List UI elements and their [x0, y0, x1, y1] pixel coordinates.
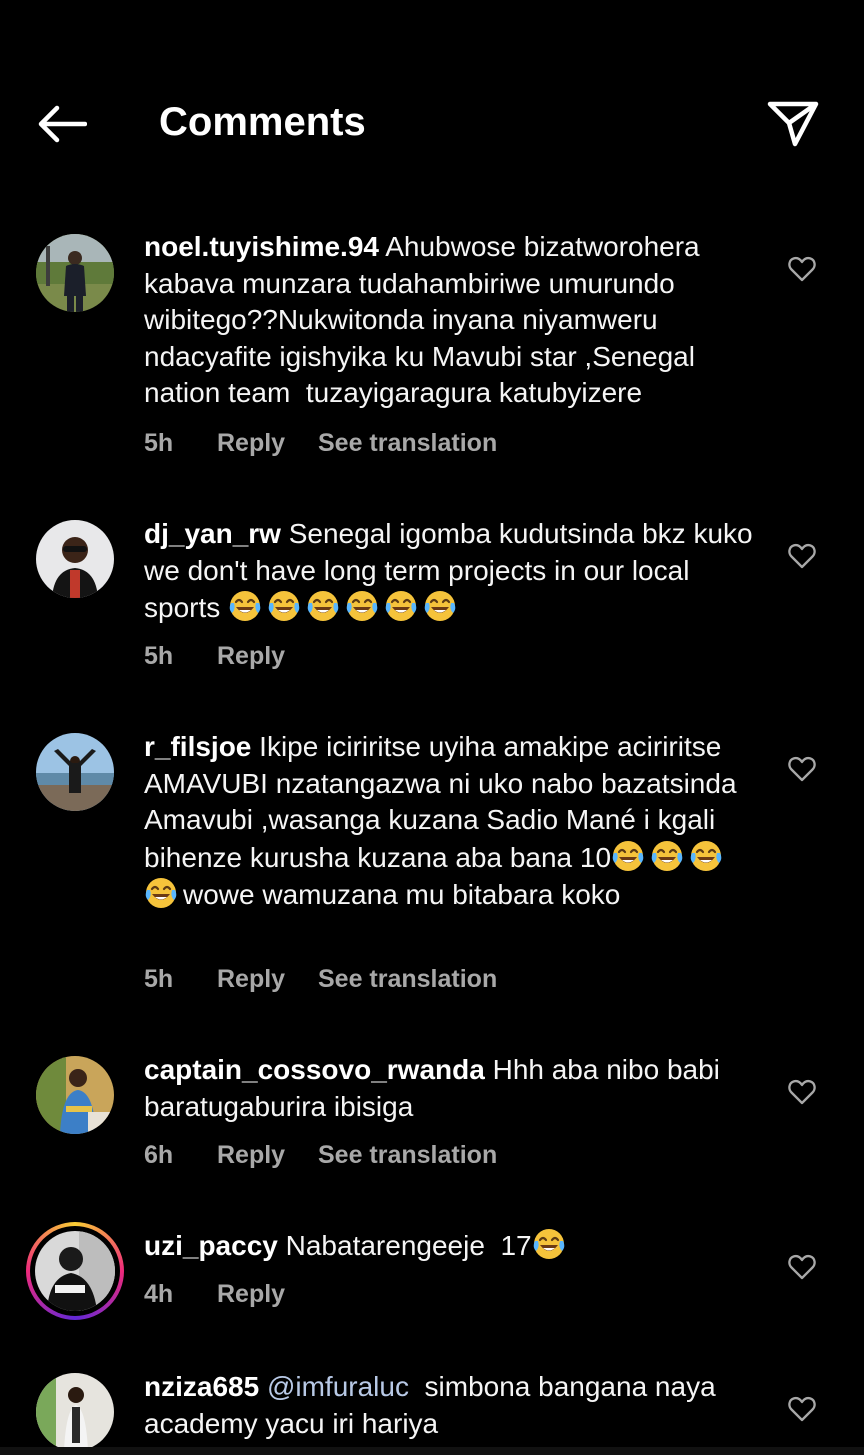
comment-body-continued: wowe wamuzana mu bitabara koko	[183, 879, 621, 911]
emoji-group	[228, 591, 462, 623]
bottom-divider	[0, 1447, 864, 1455]
like-button[interactable]	[786, 1252, 818, 1282]
see-translation-button[interactable]: See translation	[318, 965, 497, 994]
avatar-photo	[35, 1231, 115, 1311]
reply-button[interactable]: Reply	[217, 429, 318, 458]
avatar-photo	[36, 1056, 114, 1134]
comment-text: dj_yan_rw Senegal igomba kudutsinda bkz …	[144, 516, 764, 627]
comment-time: 5h	[144, 642, 174, 670]
face-with-tears-of-joy-icon	[533, 1229, 564, 1259]
comment-username[interactable]: noel.tuyishime.94	[144, 231, 379, 262]
avatar[interactable]	[36, 1373, 114, 1451]
avatar-photo	[36, 234, 114, 312]
like-button[interactable]	[786, 541, 818, 571]
comment-text: uzi_paccy Nabatarengeeje 17	[144, 1227, 764, 1265]
face-with-tears-of-joy-icon	[268, 591, 300, 622]
avatar[interactable]	[36, 1056, 114, 1134]
comment-text: captain_cossovo_rwanda Hhh aba nibo babi…	[144, 1052, 764, 1125]
like-button[interactable]	[786, 1077, 818, 1107]
comment-username[interactable]: nziza685	[144, 1371, 259, 1402]
face-with-tears-of-joy-icon	[229, 591, 261, 622]
comment-text: noel.tuyishime.94 Ahubwose bizatworohera…	[144, 229, 764, 412]
heart-outline-icon	[788, 756, 816, 782]
comment-body: Nabatarengeeje 17	[285, 1230, 532, 1261]
heart-outline-icon	[788, 1079, 816, 1105]
comment-meta: 4h Reply	[144, 1280, 318, 1309]
heart-outline-icon	[788, 256, 816, 282]
avatar[interactable]	[36, 520, 114, 598]
face-with-tears-of-joy-icon	[690, 840, 722, 871]
comment-text: r_filsjoe Ikipe iciriritse uyiha amakipe…	[144, 729, 764, 914]
reply-button[interactable]: Reply	[217, 965, 318, 994]
reply-button[interactable]: Reply	[217, 642, 318, 671]
emoji-group	[532, 1229, 571, 1261]
comments-header: Comments	[0, 0, 864, 200]
comment-meta: 5h Reply	[144, 642, 318, 671]
comment-time: 5h	[144, 965, 174, 993]
comment-mention[interactable]: @imfuraluc	[267, 1371, 409, 1402]
page-title: Comments	[159, 100, 366, 144]
face-with-tears-of-joy-icon	[651, 840, 683, 871]
share-button[interactable]	[762, 96, 824, 150]
like-button[interactable]	[786, 1394, 818, 1424]
comment-meta: 5h Reply See translation	[144, 429, 497, 458]
comment-time: 6h	[144, 1141, 174, 1169]
reply-button[interactable]: Reply	[217, 1280, 318, 1309]
like-button[interactable]	[786, 754, 818, 784]
face-with-tears-of-joy-icon	[385, 591, 417, 622]
comment-username[interactable]: dj_yan_rw	[144, 518, 281, 549]
reply-button[interactable]: Reply	[217, 1141, 318, 1170]
heart-outline-icon	[788, 1396, 816, 1422]
like-button[interactable]	[786, 254, 818, 284]
avatar-photo	[36, 1373, 114, 1451]
comment-meta: 5h Reply See translation	[144, 965, 497, 994]
face-with-tears-of-joy-icon	[307, 591, 339, 622]
story-avatar[interactable]	[26, 1222, 124, 1320]
heart-outline-icon	[788, 1254, 816, 1280]
comment-meta: 6h Reply See translation	[144, 1141, 497, 1170]
face-with-tears-of-joy-icon	[424, 591, 456, 622]
face-with-tears-of-joy-icon	[612, 840, 644, 871]
comment-time: 4h	[144, 1280, 174, 1308]
comment-time: 5h	[144, 429, 174, 457]
see-translation-button[interactable]: See translation	[318, 1141, 497, 1170]
back-button[interactable]	[30, 95, 92, 153]
face-with-tears-of-joy-icon	[346, 591, 378, 622]
paper-plane-icon	[767, 101, 819, 147]
see-translation-button[interactable]: See translation	[318, 429, 497, 458]
avatar-photo	[36, 733, 114, 811]
avatar-photo	[36, 520, 114, 598]
comment-username[interactable]: uzi_paccy	[144, 1230, 278, 1261]
face-with-tears-of-joy-icon	[145, 878, 177, 909]
heart-outline-icon	[788, 543, 816, 569]
comment-text: nziza685 @imfuraluc simbona bangana naya…	[144, 1369, 764, 1442]
avatar[interactable]	[36, 733, 114, 811]
comment-username[interactable]: r_filsjoe	[144, 731, 251, 762]
avatar[interactable]	[36, 234, 114, 312]
arrow-left-icon	[38, 105, 87, 143]
comment-username[interactable]: captain_cossovo_rwanda	[144, 1054, 485, 1085]
